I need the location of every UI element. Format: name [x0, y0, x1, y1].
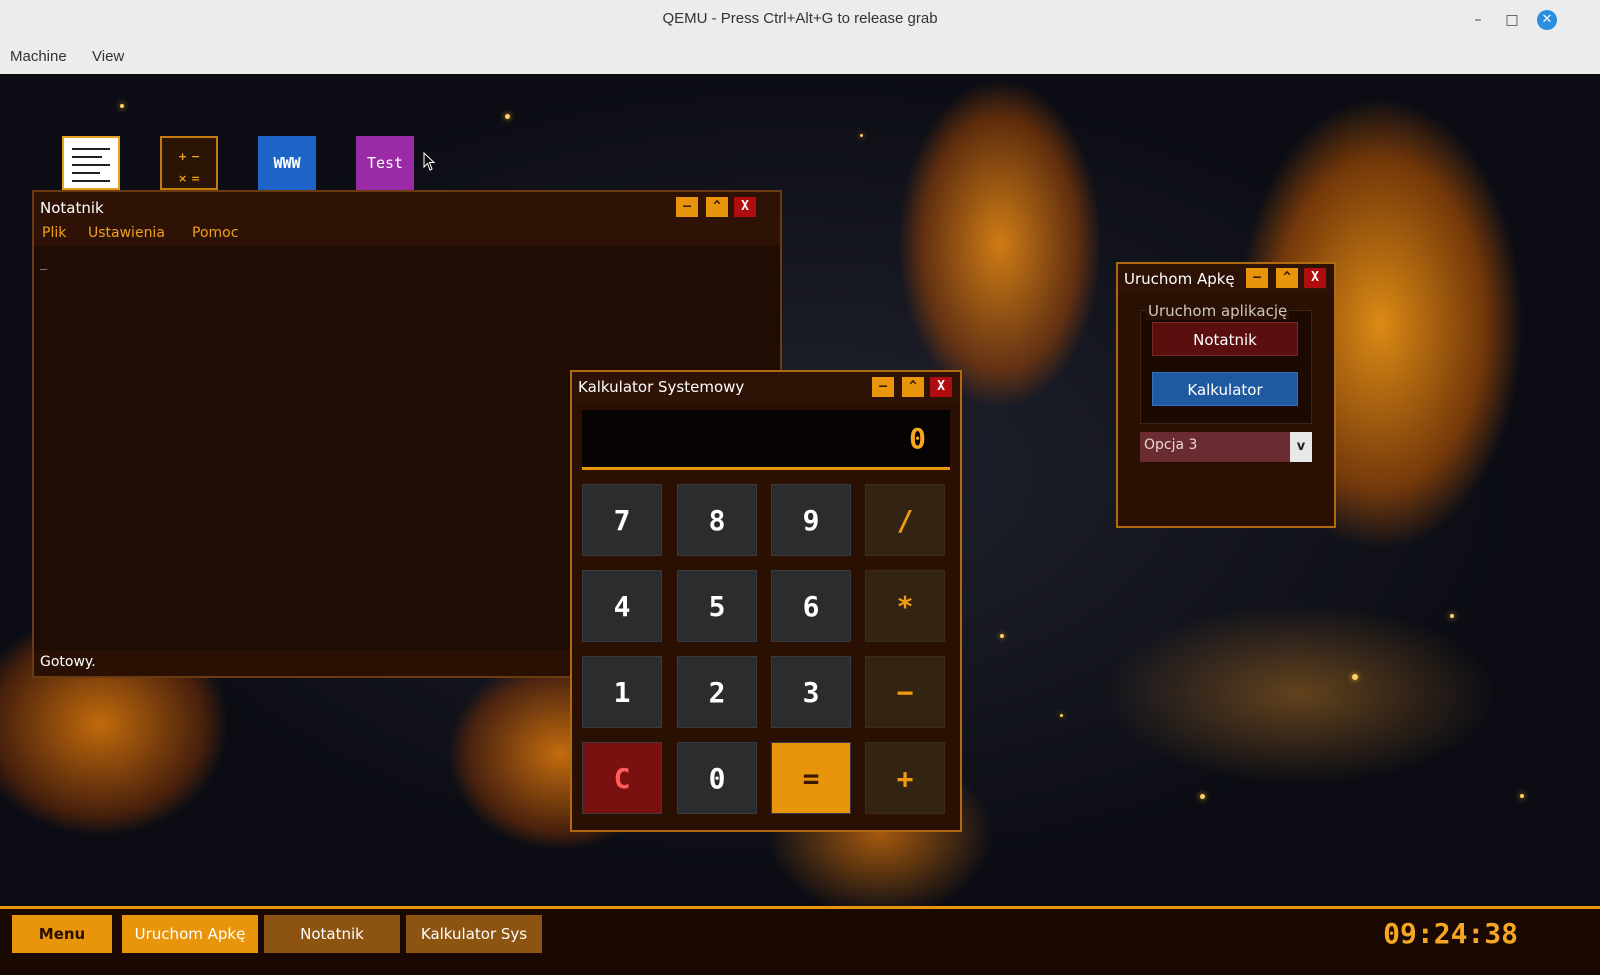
- chevron-down-icon[interactable]: v: [1290, 432, 1312, 462]
- key-6[interactable]: 6: [771, 570, 851, 642]
- notepad-minimize-button[interactable]: –: [676, 197, 698, 217]
- sparkle: [1352, 674, 1358, 680]
- launcher-title: Uruchom Apkę: [1124, 270, 1235, 288]
- key-1[interactable]: 1: [582, 656, 662, 728]
- calculator-display-value: 0: [909, 422, 926, 455]
- taskbar: Menu Uruchom Apkę Notatnik Kalkulator Sy…: [0, 906, 1600, 975]
- key-subtract[interactable]: −: [865, 656, 945, 728]
- host-minimize-button[interactable]: –: [1468, 10, 1488, 30]
- notepad-menu-ustawienia[interactable]: Ustawienia: [88, 225, 165, 241]
- mouse-cursor-icon: [423, 152, 436, 171]
- sparkle: [1200, 794, 1205, 799]
- notepad-menu-pomoc[interactable]: Pomoc: [192, 225, 238, 241]
- calculator-icon-glyph: + −: [178, 150, 201, 163]
- select-value: Opcja 3: [1144, 437, 1198, 453]
- sparkle: [1450, 614, 1454, 618]
- notepad-title: Notatnik: [40, 199, 104, 217]
- launch-kalkulator-button[interactable]: Kalkulator: [1152, 372, 1298, 406]
- launcher-minimize-button[interactable]: –: [1246, 268, 1268, 288]
- launcher-titlebar[interactable]: Uruchom Apkę – ^ X: [1118, 264, 1334, 294]
- document-line: [72, 180, 110, 182]
- notepad-close-button[interactable]: X: [734, 197, 756, 217]
- launcher-option-select[interactable]: Opcja 3 v: [1140, 432, 1312, 462]
- taskbar-item-kalkulator[interactable]: Kalkulator Sys: [406, 915, 542, 953]
- key-0[interactable]: 0: [677, 742, 757, 814]
- host-maximize-button[interactable]: □: [1502, 10, 1522, 30]
- calculator-maximize-button[interactable]: ^: [902, 377, 924, 397]
- host-window-title: QEMU - Press Ctrl+Alt+G to release grab: [662, 10, 938, 27]
- document-line: [72, 172, 100, 174]
- calculator-titlebar[interactable]: Kalkulator Systemowy – ^ X: [572, 372, 960, 402]
- notepad-status-text: Gotowy.: [40, 654, 96, 670]
- host-menu-machine[interactable]: Machine: [10, 48, 67, 65]
- document-line: [72, 148, 110, 150]
- notepad-menubar: Plik Ustawienia Pomoc: [34, 224, 780, 246]
- key-clear[interactable]: C: [582, 742, 662, 814]
- key-8[interactable]: 8: [677, 484, 757, 556]
- document-line: [72, 164, 110, 166]
- sparkle: [1060, 714, 1063, 717]
- calculator-icon-glyph: × =: [178, 172, 201, 185]
- calculator-minimize-button[interactable]: –: [872, 377, 894, 397]
- key-7[interactable]: 7: [582, 484, 662, 556]
- calculator-display: 0: [582, 410, 950, 470]
- key-equals[interactable]: =: [771, 742, 851, 814]
- host-menu-view[interactable]: View: [92, 48, 124, 65]
- launcher-window: Uruchom Apkę – ^ X Uruchom aplikację Not…: [1116, 262, 1336, 528]
- launcher-close-button[interactable]: X: [1304, 268, 1326, 288]
- key-divide[interactable]: /: [865, 484, 945, 556]
- desktop-icon-kalkulator[interactable]: + − × =: [160, 136, 218, 190]
- sparkle: [1520, 794, 1524, 798]
- host-titlebar: QEMU - Press Ctrl+Alt+G to release grab …: [0, 0, 1600, 40]
- document-line: [72, 156, 102, 158]
- notepad-text-area[interactable]: _: [40, 256, 47, 270]
- host-menubar: Machine View: [0, 40, 1600, 74]
- calculator-close-button[interactable]: X: [930, 377, 952, 397]
- key-multiply[interactable]: *: [865, 570, 945, 642]
- notepad-maximize-button[interactable]: ^: [706, 197, 728, 217]
- launcher-maximize-button[interactable]: ^: [1276, 268, 1298, 288]
- taskbar-menu-button[interactable]: Menu: [12, 915, 112, 953]
- key-2[interactable]: 2: [677, 656, 757, 728]
- calculator-title: Kalkulator Systemowy: [578, 378, 745, 396]
- notepad-titlebar[interactable]: Notatnik – ^ X: [34, 192, 780, 224]
- key-5[interactable]: 5: [677, 570, 757, 642]
- key-9[interactable]: 9: [771, 484, 851, 556]
- taskbar-item-notatnik[interactable]: Notatnik: [264, 915, 400, 953]
- launcher-group-title: Uruchom aplikację: [1146, 302, 1290, 320]
- sparkle: [860, 134, 863, 137]
- key-add[interactable]: +: [865, 742, 945, 814]
- calculator-window: Kalkulator Systemowy – ^ X 0 7 8 9 / 4 5…: [570, 370, 962, 832]
- taskbar-item-uruchom-apke[interactable]: Uruchom Apkę: [122, 915, 258, 953]
- desktop-icon-notatnik[interactable]: [62, 136, 120, 190]
- desktop-icon-test[interactable]: Test: [356, 136, 414, 190]
- key-3[interactable]: 3: [771, 656, 851, 728]
- notepad-menu-plik[interactable]: Plik: [42, 225, 66, 241]
- taskbar-clock: 09:24:38: [1383, 917, 1518, 950]
- sparkle: [1000, 634, 1004, 638]
- launch-notatnik-button[interactable]: Notatnik: [1152, 322, 1298, 356]
- sparkle: [505, 114, 510, 119]
- sparkle: [120, 104, 124, 108]
- key-4[interactable]: 4: [582, 570, 662, 642]
- desktop-icon-www[interactable]: WWW: [258, 136, 316, 190]
- host-close-button[interactable]: ✕: [1537, 10, 1557, 30]
